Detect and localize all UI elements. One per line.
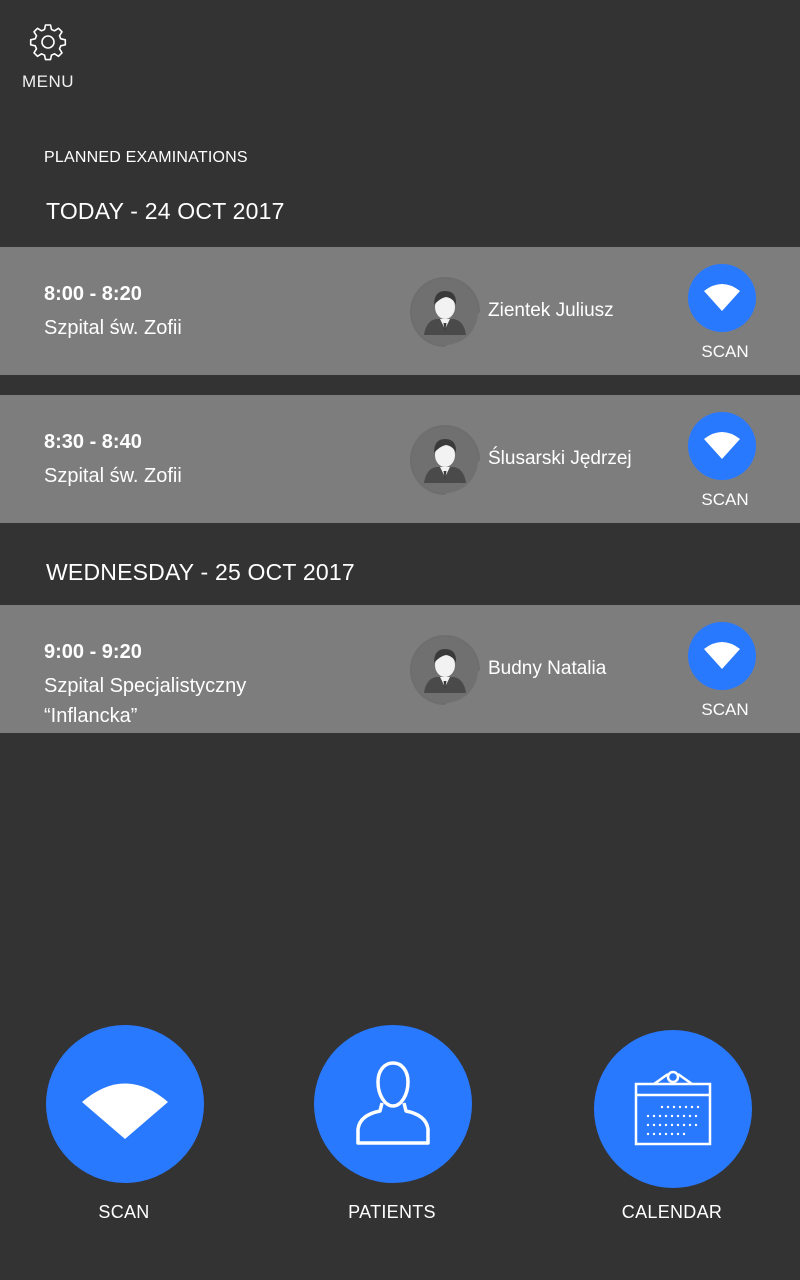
appointment-time: 9:00 - 9:20 xyxy=(44,641,142,663)
scan-label: SCAN xyxy=(701,700,749,719)
appointment-place: Szpital Specjalistyczny “Inflancka” xyxy=(44,675,247,727)
calendar-button[interactable] xyxy=(594,1030,752,1188)
scan-label: SCAN xyxy=(701,342,749,361)
appointment-place: Szpital św. Zofii xyxy=(44,317,182,339)
calendar-label: CALENDAR xyxy=(621,1202,723,1222)
patient-avatar xyxy=(410,425,480,495)
scan-button[interactable] xyxy=(688,622,756,690)
patient-name[interactable]: Zientek Juliusz xyxy=(488,300,614,322)
menu-label: MENU xyxy=(21,72,75,91)
scan-button[interactable] xyxy=(688,264,756,332)
appointment-time: 8:30 - 8:40 xyxy=(44,431,142,453)
patient-name[interactable]: Budny Natalia xyxy=(488,658,606,680)
bottom-scan-label: SCAN xyxy=(98,1202,150,1222)
patients-button[interactable] xyxy=(314,1025,472,1183)
appointment-time: 8:00 - 8:20 xyxy=(44,283,142,305)
scan-button[interactable] xyxy=(688,412,756,480)
section-title: PLANNED EXAMINATIONS xyxy=(44,149,248,166)
patient-avatar xyxy=(410,277,480,347)
gear-icon xyxy=(14,22,82,62)
appointment-place: Szpital św. Zofii xyxy=(44,465,182,487)
scan-label: SCAN xyxy=(701,490,749,509)
patient-avatar xyxy=(410,635,480,705)
bottom-scan-button[interactable] xyxy=(46,1025,204,1183)
appointment-card[interactable]: 8:00 - 8:20 Szpital św. Zofii Zientek Ju… xyxy=(0,247,800,375)
menu-button[interactable]: MENU xyxy=(14,22,82,92)
appointment-card[interactable]: 8:30 - 8:40 Szpital św. Zofii Ślusarski … xyxy=(0,395,800,523)
appointment-card[interactable]: 9:00 - 9:20 Szpital Specjalistyczny “Inf… xyxy=(0,605,800,733)
day-heading: TODAY - 24 OCT 2017 xyxy=(46,198,285,224)
patient-name[interactable]: Ślusarski Jędrzej xyxy=(488,448,632,470)
patients-label: PATIENTS xyxy=(348,1202,436,1222)
day-heading: WEDNESDAY - 25 OCT 2017 xyxy=(46,559,355,585)
